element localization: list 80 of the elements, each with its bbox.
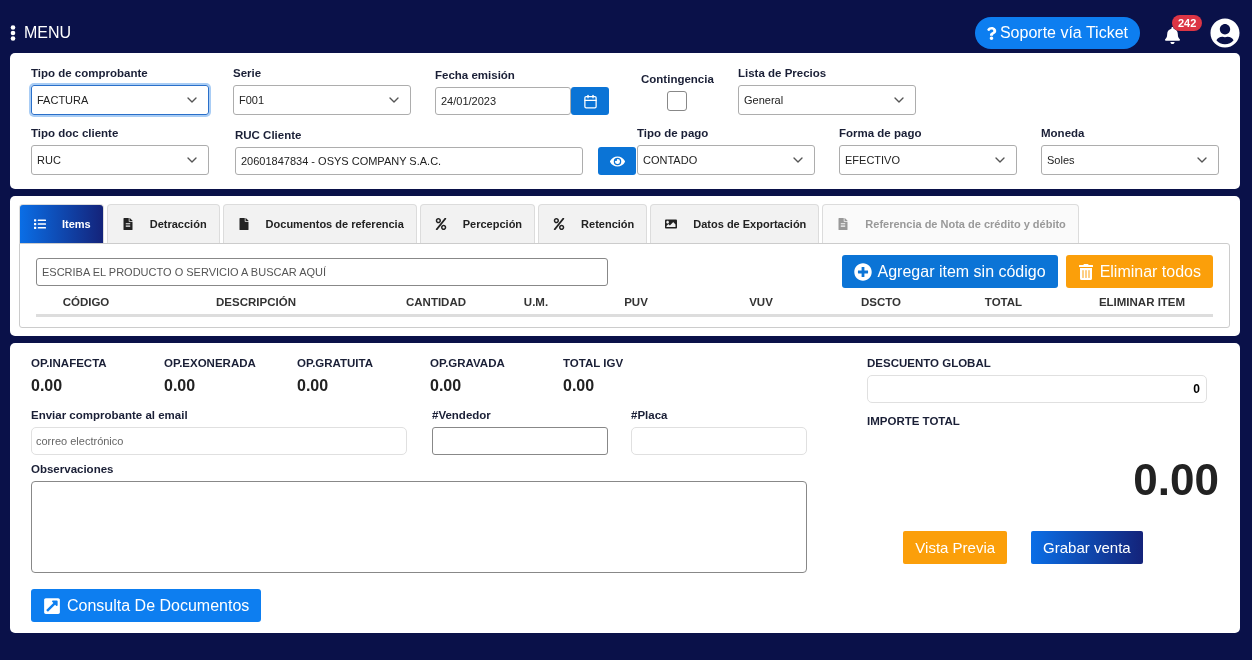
file-icon [237,218,250,230]
column-header: ELIMINAR ITEM [1097,296,1187,308]
menu-label[interactable]: MENU [24,24,72,42]
total-value: 0.00 [563,377,596,395]
select-field[interactable]: F001 [233,85,411,115]
search-field[interactable]: ESCRIBA EL PRODUCTO O SERVICIO A BUSCAR AQUÍ [36,257,608,286]
field-label: Tipo de comprobante [31,67,149,79]
total-amount: 0.00 [1133,455,1219,505]
calendar-button[interactable] [571,87,609,115]
select-field[interactable]: EFECTIVO [839,145,1017,175]
column-header: DSCTO [859,296,902,308]
column-header: PUV [623,296,649,308]
tab[interactable]: Retención [538,204,648,243]
checkbox[interactable] [667,91,687,111]
notification-badge: 242 [1172,15,1203,31]
notes-field[interactable] [31,481,807,573]
field-label: Moneda [1041,127,1086,139]
field-label: IMPORTE TOTAL [867,415,961,427]
menu-icon[interactable] [10,25,16,41]
save-sale-button[interactable]: Grabar venta [1031,531,1143,564]
discount-field[interactable]: 0 [867,375,1207,403]
total-value: 0.00 [430,377,463,395]
select-field[interactable]: Soles [1041,145,1219,175]
total-label: OP.GRATUITA [297,357,375,369]
column-header: CÓDIGO [61,296,111,308]
add-item-button[interactable]: Agregar item sin código [841,255,1058,288]
field-label: #Placa [631,409,669,421]
calendar-icon [582,93,598,109]
column-header: TOTAL [983,296,1024,308]
column-header: CANTIDAD [404,296,468,308]
select-field[interactable]: FACTURA [31,85,209,115]
tab[interactable]: Detracción [106,204,220,243]
tab[interactable]: Items [19,204,104,243]
vendor-field[interactable] [432,427,608,455]
field-label: DESCUENTO GLOBAL [867,357,992,369]
total-label: OP.INAFECTA [31,357,108,369]
field-label: RUC Cliente [235,129,303,141]
field-label: Fecha emisión [435,69,516,81]
email-field[interactable]: correo electrónico [31,427,407,455]
field-label: Enviar comprobante al email [31,409,189,421]
image-icon [665,218,678,230]
support-button[interactable]: Soporte vía Ticket [974,17,1140,49]
field-label: Contingencia [641,73,713,85]
field-label: #Vendedor [432,409,492,421]
total-label: OP.EXONERADA [164,357,257,369]
date-field[interactable]: 24/01/2023 [435,87,571,115]
total-value: 0.00 [164,377,197,395]
tab[interactable]: Datos de Exportación [650,204,820,243]
field-label: Serie [233,67,263,79]
share-icon [43,596,61,615]
select-field[interactable]: General [738,85,916,115]
view-button[interactable] [598,147,636,175]
list-icon [34,218,46,230]
select-field[interactable]: RUC [31,145,209,175]
tab[interactable]: Documentos de referencia [222,204,417,243]
select-field[interactable]: CONTADO [637,145,815,175]
field-label: Tipo de pago [637,127,710,139]
total-value: 0.00 [31,377,64,395]
percent-icon [434,218,447,230]
field-label: Forma de pago [839,127,923,139]
column-header: VUV [748,296,774,308]
user-avatar-icon[interactable] [1210,18,1240,48]
field-label: Tipo doc cliente [31,127,120,139]
question-mark-icon [984,26,998,40]
field-label: Lista de Precios [738,67,828,79]
total-value: 0.00 [297,377,330,395]
trash-icon [1077,263,1094,280]
tab[interactable]: Percepción [419,204,536,243]
field-label: Observaciones [31,463,115,475]
plate-field[interactable] [631,427,807,455]
column-header: DESCRIPCIÓN [215,296,297,308]
bell-icon[interactable] [1164,27,1181,44]
consult-documents-button[interactable]: Consulta De Documentos [31,589,262,622]
text-field[interactable]: 20601847834 - OSYS COMPANY S.A.C. [235,147,583,175]
percent-icon [553,218,566,230]
total-label: OP.GRAVADA [430,357,506,369]
total-label: TOTAL IGV [563,357,625,369]
document-icon [837,218,850,230]
column-header: U.M. [522,296,550,308]
document-icon [121,218,134,230]
